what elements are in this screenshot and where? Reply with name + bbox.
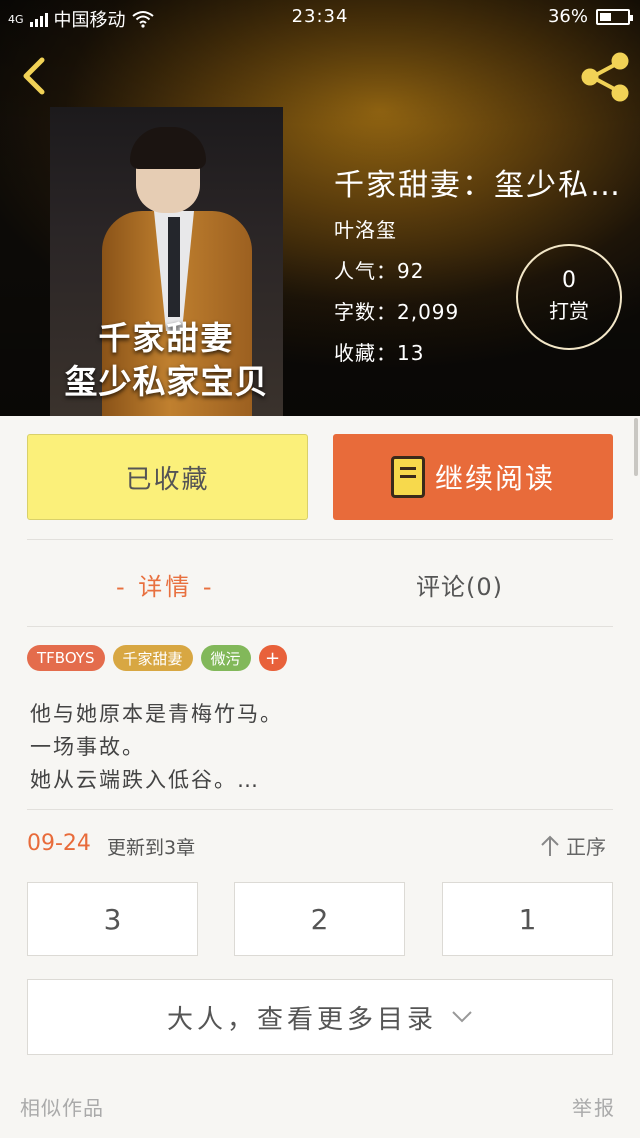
tip-button[interactable]: 0 打赏 [516, 244, 622, 350]
continue-reading-label: 继续阅读 [434, 462, 555, 495]
description-line: 他与她原本是青梅竹马。 [30, 702, 283, 726]
scrollbar[interactable] [634, 418, 638, 476]
description-line: 一场事故。 [30, 735, 145, 759]
saved-label: 已收藏 [125, 464, 210, 495]
book-description[interactable]: 他与她原本是青梅竹马。 一场事故。 她从云端跌入低谷。… [30, 698, 283, 797]
tab-detail[interactable]: - 详情 - [116, 560, 215, 608]
battery-percent: 36% [547, 6, 588, 27]
add-tag-button[interactable]: + [258, 645, 287, 671]
divider [27, 539, 613, 540]
sort-label: 正序 [566, 835, 606, 859]
chapter-item[interactable]: 1 [442, 882, 613, 956]
chevron-left-icon [23, 57, 45, 95]
book-cover[interactable]: 千家甜妻 玺少私家宝贝 [50, 107, 283, 416]
description-line: 她从云端跌入低谷。… [30, 768, 260, 792]
continue-reading-button[interactable]: 继续阅读 [333, 434, 613, 520]
tag-genre[interactable]: 微污 [200, 645, 251, 671]
divider [27, 809, 613, 810]
book-author[interactable]: 叶洛玺 [334, 214, 622, 243]
chapter-item[interactable]: 3 [27, 882, 198, 956]
sort-order-button[interactable]: 正序 [540, 831, 606, 860]
chevron-down-icon [452, 1011, 472, 1023]
view-more-catalog-button[interactable]: 大人，查看更多目录 [27, 979, 613, 1055]
view-more-label: 大人，查看更多目录 [166, 1004, 437, 1035]
tip-count: 0 [562, 268, 576, 293]
chapter-item[interactable]: 2 [234, 882, 405, 956]
similar-works-heading: 相似作品 [20, 1096, 104, 1120]
report-link[interactable]: 举报 [572, 1092, 616, 1121]
tag-series[interactable]: 千家甜妻 [112, 645, 193, 671]
cover-title-line1: 千家甜妻 [98, 319, 235, 357]
update-date: 09-24 [27, 831, 91, 856]
clock: 23:34 [291, 6, 349, 27]
share-button[interactable] [578, 52, 632, 102]
share-icon [581, 52, 629, 102]
book-title: 千家甜妻：玺少私… [334, 168, 622, 203]
battery-icon [596, 8, 633, 25]
book-header: 4G 中国移动 23:34 36% 千家甜妻 玺少私家宝贝 千家甜妻：玺少私… … [0, 0, 640, 416]
divider [27, 626, 613, 627]
tag-list: TFBOYS 千家甜妻 微污 + [27, 645, 287, 671]
update-status: 更新到3章 [107, 837, 196, 859]
tab-comments[interactable]: 评论(0) [416, 560, 503, 608]
saved-button[interactable]: 已收藏 [27, 434, 308, 520]
book-icon [390, 456, 425, 498]
back-button[interactable] [16, 56, 56, 96]
tip-label: 打赏 [549, 299, 589, 323]
arrow-up-icon [541, 835, 559, 856]
status-bar: 4G 中国移动 23:34 36% [0, 0, 640, 34]
tag-tfboys[interactable]: TFBOYS [27, 645, 105, 671]
cover-title-line2: 玺少私家宝贝 [64, 362, 269, 401]
